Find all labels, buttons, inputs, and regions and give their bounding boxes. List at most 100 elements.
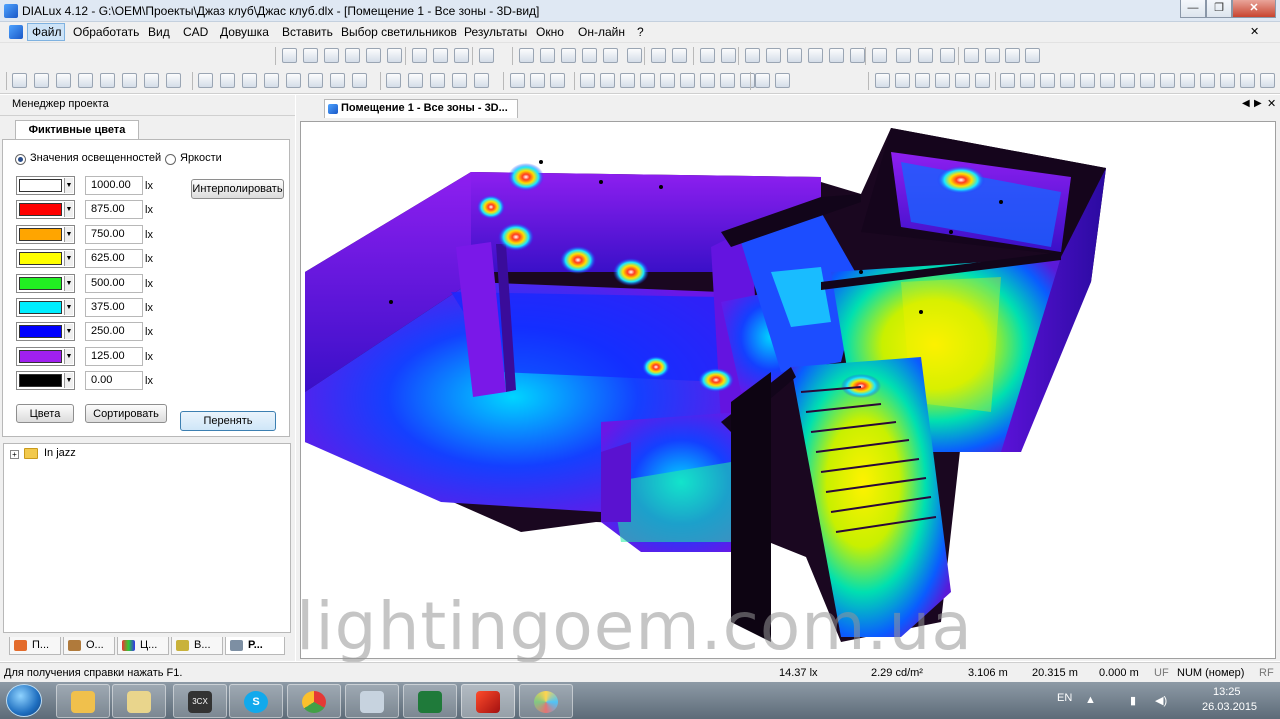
maximize-button[interactable]: ❐ [1206,0,1232,18]
tb1-tool-icon[interactable] [561,48,576,63]
tb2-tool-icon[interactable] [1100,73,1115,88]
tb1-tool-icon[interactable] [829,48,844,63]
tb1-tool-icon[interactable] [1005,48,1020,63]
tb1-tool-icon[interactable] [940,48,955,63]
tb2-tool-icon[interactable] [600,73,615,88]
illuminance-value-input[interactable]: 500.00 [85,273,143,293]
clock-time[interactable]: 13:25 [1213,686,1241,698]
tb2-tool-icon[interactable] [408,73,423,88]
color-picker[interactable]: ▼ [16,371,75,391]
taskbar-dialux-button[interactable] [461,684,515,718]
tb2-tool-icon[interactable] [1180,73,1195,88]
tab-next-icon[interactable]: ▶ [1254,98,1262,109]
tab-prev-icon[interactable]: ◀ [1242,98,1250,109]
taskbar-explorer-button[interactable] [56,684,110,718]
dropdown-arrow-icon[interactable]: ▼ [64,226,73,242]
tb2-tool-icon[interactable] [915,73,930,88]
tb2-tool-icon[interactable] [308,73,323,88]
menu-insert[interactable]: Вставить [282,25,333,39]
dropdown-arrow-icon[interactable]: ▼ [64,178,73,193]
menu-edit[interactable]: Обработать [73,25,139,39]
tree-item-in-jazz[interactable]: In jazz [44,447,76,459]
tb1-tool-icon[interactable] [808,48,823,63]
menu-online[interactable]: Он-лайн [578,25,625,39]
tb1-tool-icon[interactable] [964,48,979,63]
tb2-tool-icon[interactable] [1160,73,1175,88]
tb2-tool-icon[interactable] [1060,73,1075,88]
tb1-tool-icon[interactable] [282,48,297,63]
tb1-tool-icon[interactable] [787,48,802,63]
tb2-tool-icon[interactable] [12,73,27,88]
tb2-tool-icon[interactable] [1080,73,1095,88]
tab-3d-view[interactable]: Помещение 1 - Все зоны - 3D... [324,99,518,118]
tb1-tool-icon[interactable] [627,48,642,63]
tab-colors[interactable]: Ц... [117,637,169,655]
tb2-tool-icon[interactable] [740,73,755,88]
tb2-tool-icon[interactable] [1040,73,1055,88]
menu-results[interactable]: Результаты [464,25,527,39]
sort-button[interactable]: Сортировать [85,404,167,423]
tab-close-icon[interactable]: ✕ [1267,97,1276,110]
language-indicator[interactable]: EN [1057,692,1072,704]
tb2-tool-icon[interactable] [242,73,257,88]
tb2-tool-icon[interactable] [580,73,595,88]
tray-flag-icon[interactable]: ▲ [1085,694,1096,706]
color-picker[interactable]: ▼ [16,322,75,342]
tb2-tool-icon[interactable] [975,73,990,88]
tb1-tool-icon[interactable] [896,48,911,63]
tb2-tool-icon[interactable] [330,73,345,88]
menu-view[interactable]: Вид [148,25,170,39]
dropdown-arrow-icon[interactable]: ▼ [64,348,73,364]
mdi-close-icon[interactable]: ✕ [1250,25,1259,38]
dropdown-arrow-icon[interactable]: ▼ [64,275,73,291]
tab-luminaires[interactable]: В... [171,637,223,655]
tb2-tool-icon[interactable] [56,73,71,88]
tb2-tool-icon[interactable] [775,73,790,88]
tb2-tool-icon[interactable] [935,73,950,88]
taskbar-chrome-button[interactable] [287,684,341,718]
tab-objects[interactable]: О... [63,637,115,655]
illuminance-value-input[interactable]: 750.00 [85,224,143,244]
tb2-tool-icon[interactable] [720,73,735,88]
tb2-tool-icon[interactable] [510,73,525,88]
close-button[interactable]: ✕ [1232,0,1276,18]
tb1-tool-icon[interactable] [700,48,715,63]
start-icon[interactable] [6,684,42,717]
taskbar-skype-button[interactable]: S [229,684,283,718]
dropdown-arrow-icon[interactable]: ▼ [64,300,73,315]
illuminance-value-input[interactable]: 125.00 [85,346,143,366]
tb1-tool-icon[interactable] [872,48,887,63]
tb1-tool-icon[interactable] [519,48,534,63]
tb1-tool-icon[interactable] [850,48,865,63]
taskbar-files-button[interactable] [112,684,166,718]
tb1-tool-icon[interactable] [721,48,736,63]
tb1-tool-icon[interactable] [324,48,339,63]
color-picker[interactable]: ▼ [16,346,75,366]
tb1-tool-icon[interactable] [985,48,1000,63]
color-picker[interactable]: ▼ [16,273,75,293]
taskbar-excel-button[interactable] [403,684,457,718]
tb1-tool-icon[interactable] [454,48,469,63]
tab-false-colors[interactable]: Фиктивные цвета [15,120,139,140]
tb1-tool-icon[interactable] [366,48,381,63]
tb2-tool-icon[interactable] [430,73,445,88]
adopt-button[interactable]: Перенять [180,411,276,431]
tb1-tool-icon[interactable] [1025,48,1040,63]
dropdown-arrow-icon[interactable]: ▼ [64,373,73,389]
tb2-tool-icon[interactable] [550,73,565,88]
dropdown-arrow-icon[interactable]: ▼ [64,202,73,218]
tb1-tool-icon[interactable] [303,48,318,63]
color-picker[interactable]: ▼ [16,298,75,317]
tb2-tool-icon[interactable] [955,73,970,88]
tb2-tool-icon[interactable] [1240,73,1255,88]
tb2-tool-icon[interactable] [620,73,635,88]
taskbar-paint-button[interactable] [519,684,573,718]
illuminance-value-input[interactable]: 0.00 [85,371,143,391]
taskbar-3cx-button[interactable]: 3CX [173,684,227,718]
illuminance-value-input[interactable]: 250.00 [85,322,143,342]
tb2-tool-icon[interactable] [264,73,279,88]
tray-volume-icon[interactable]: ◀) [1155,694,1167,707]
taskbar-calculator-button[interactable] [345,684,399,718]
tb1-tool-icon[interactable] [345,48,360,63]
tb2-tool-icon[interactable] [198,73,213,88]
